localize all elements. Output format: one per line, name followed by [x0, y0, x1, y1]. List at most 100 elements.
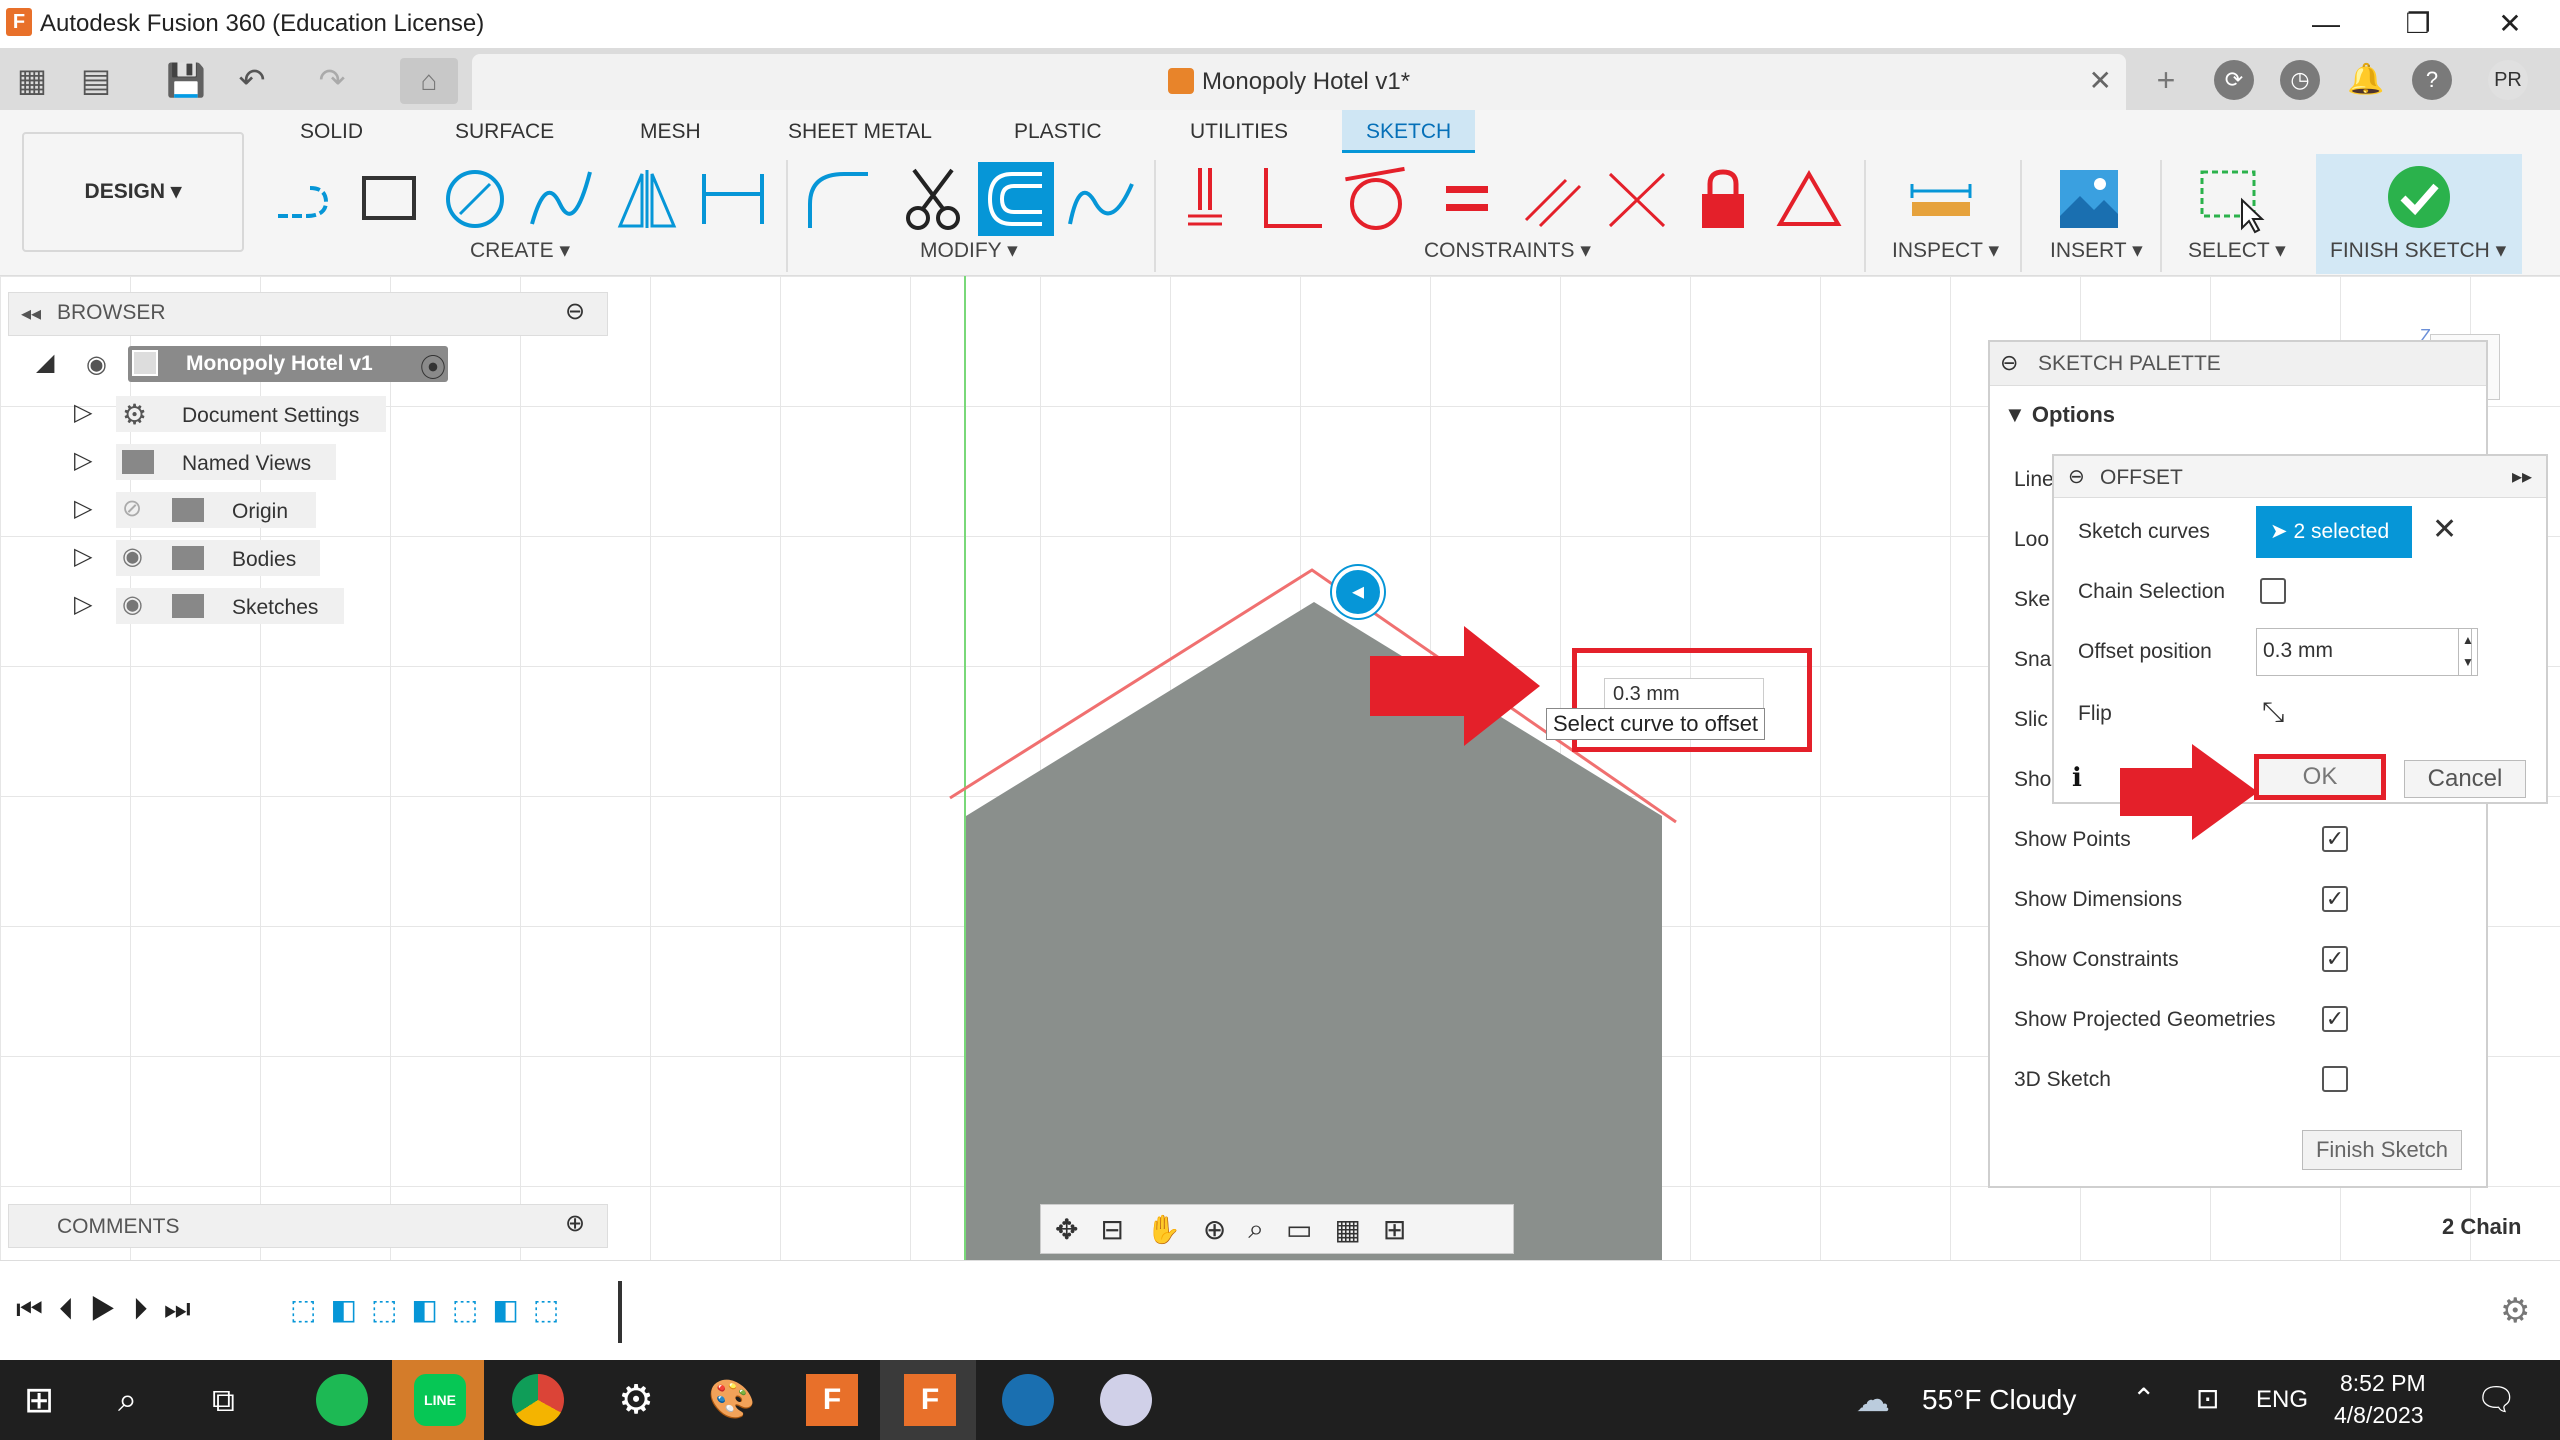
select-group-label[interactable]: SELECT ▾: [2188, 238, 2286, 263]
language-indicator[interactable]: ENG: [2256, 1386, 2308, 1414]
sketch-feature-icon[interactable]: ⬚: [452, 1294, 492, 1325]
app-icon[interactable]: [1002, 1374, 1054, 1426]
3d-sketch-checkbox[interactable]: [2322, 1066, 2348, 1092]
spline-tool-icon[interactable]: [526, 164, 596, 234]
look-at-icon[interactable]: ⊟: [1100, 1213, 1123, 1246]
home-icon[interactable]: ⌂: [400, 58, 458, 104]
tangent-constraint-icon[interactable]: [1340, 164, 1410, 234]
display-settings-icon[interactable]: ▭: [1286, 1213, 1312, 1246]
dialog-minimize-icon[interactable]: ⊖: [2068, 464, 2085, 489]
expand-dialog-icon[interactable]: ▸▸: [2512, 464, 2532, 489]
settings-gear-icon[interactable]: ⚙: [2500, 1291, 2530, 1331]
show-projected-geometries-checkbox[interactable]: ✓: [2322, 1006, 2348, 1032]
user-avatar[interactable]: PR: [2488, 60, 2528, 100]
chain-selection-checkbox[interactable]: [2260, 578, 2286, 604]
insert-image-icon[interactable]: [2054, 164, 2124, 234]
file-menu-icon[interactable]: ▤: [74, 58, 118, 102]
tab-plastic[interactable]: PLASTIC: [1014, 120, 1102, 144]
expand-arrow-icon[interactable]: ▷: [74, 494, 92, 523]
windows-start-icon[interactable]: ⊞: [24, 1374, 76, 1426]
offset-drag-handle-icon[interactable]: ◂: [1332, 566, 1384, 618]
coincident-constraint-icon[interactable]: [1170, 164, 1240, 234]
fit-zoom-icon[interactable]: ⌕: [1248, 1213, 1264, 1246]
battery-icon[interactable]: ⊡: [2196, 1382, 2219, 1415]
step-back-icon[interactable]: ⏴: [59, 1293, 90, 1326]
cancel-button[interactable]: Cancel: [2404, 760, 2526, 798]
tab-sketch[interactable]: SKETCH: [1342, 110, 1476, 153]
undo-icon[interactable]: ↶: [230, 58, 274, 102]
extrude-feature-icon[interactable]: ◧: [492, 1294, 532, 1325]
flip-arrows-icon[interactable]: ⤡: [2262, 696, 2284, 729]
grid-apps-icon[interactable]: ▦: [10, 58, 54, 102]
redo-icon[interactable]: ↷: [310, 58, 354, 102]
expand-triangle-icon[interactable]: ◢: [36, 348, 54, 377]
orbit-icon[interactable]: ✥: [1055, 1213, 1078, 1246]
offset-stepper[interactable]: ▲ ▼: [2458, 628, 2478, 676]
clock-time[interactable]: 8:52 PM: [2340, 1370, 2426, 1397]
fusion360-icon[interactable]: F: [806, 1374, 858, 1426]
options-section-header[interactable]: ▼ Options: [2004, 402, 2115, 428]
minimize-button[interactable]: —: [2296, 4, 2356, 44]
dimension-input[interactable]: 0.3 mm: [1604, 678, 1764, 710]
show-constraints-checkbox[interactable]: ✓: [2322, 946, 2348, 972]
perpendicular-constraint-icon[interactable]: [1256, 164, 1326, 234]
inspect-group-label[interactable]: INSPECT ▾: [1892, 238, 1999, 263]
select-window-icon[interactable]: [2196, 164, 2266, 234]
show-points-checkbox[interactable]: ✓: [2322, 826, 2348, 852]
dimension-tool-icon[interactable]: [698, 164, 768, 234]
clock-date[interactable]: 4/8/2023: [2334, 1402, 2424, 1429]
tree-item-bodies[interactable]: ▷ ◉ Bodies: [74, 540, 394, 580]
palette-minimize-icon[interactable]: ⊖: [2000, 350, 2018, 376]
mirror-tool-icon[interactable]: [612, 164, 682, 234]
pan-hand-icon[interactable]: ✋: [1146, 1213, 1181, 1246]
help-icon[interactable]: ?: [2412, 60, 2452, 100]
collinear-constraint-icon[interactable]: [1602, 164, 1672, 234]
modify-group-label[interactable]: MODIFY ▾: [920, 238, 1018, 263]
create-group-label[interactable]: CREATE ▾: [470, 238, 570, 263]
sketch-curves-selector[interactable]: ➤ 2 selected: [2256, 506, 2412, 558]
close-tab-button[interactable]: ✕: [2089, 64, 2112, 97]
finish-sketch-button[interactable]: FINISH SKETCH ▾: [2316, 154, 2522, 274]
tree-item-named-views[interactable]: ▷ Named Views: [74, 444, 394, 484]
constraints-group-label[interactable]: CONSTRAINTS ▾: [1424, 238, 1591, 263]
go-to-end-icon[interactable]: ⏭: [164, 1293, 207, 1326]
measure-ruler-icon[interactable]: [1906, 164, 1976, 234]
chrome-icon[interactable]: [512, 1374, 564, 1426]
fillet-tool-icon[interactable]: [804, 164, 874, 234]
step-forward-icon[interactable]: ⏵: [133, 1293, 164, 1326]
finish-sketch-palette-button[interactable]: Finish Sketch: [2302, 1130, 2462, 1170]
tab-sheet-metal[interactable]: SHEET METAL: [788, 120, 932, 144]
extrude-feature-icon[interactable]: ◧: [330, 1294, 370, 1325]
tree-item-document-settings[interactable]: ▷ ⚙ Document Settings: [74, 396, 394, 436]
document-tab[interactable]: Monopoly Hotel v1* ✕: [472, 54, 2126, 110]
play-icon[interactable]: ▶: [90, 1293, 133, 1326]
new-tab-icon[interactable]: +: [2144, 58, 2188, 102]
visibility-eye-icon[interactable]: ◉: [86, 350, 107, 379]
add-comment-icon[interactable]: ⊕: [565, 1209, 585, 1238]
sketch-feature-icon[interactable]: ⬚: [290, 1294, 330, 1325]
spotify-icon[interactable]: [316, 1374, 368, 1426]
expand-arrow-icon[interactable]: ▷: [74, 446, 92, 475]
circle-tool-icon[interactable]: [440, 164, 510, 234]
triangle-constraint-icon[interactable]: [1774, 164, 1844, 234]
task-view-icon[interactable]: ⧉: [212, 1374, 264, 1426]
offset-position-input[interactable]: 0.3 mm: [2256, 628, 2472, 676]
tab-utilities[interactable]: UTILITIES: [1190, 120, 1288, 144]
tree-item-origin[interactable]: ▷ ⊘ Origin: [74, 492, 394, 532]
parallel-constraint-icon[interactable]: [1518, 164, 1588, 234]
activate-radio-icon[interactable]: ⦿: [420, 348, 446, 385]
line-app-icon[interactable]: LINE: [414, 1374, 466, 1426]
notifications-icon[interactable]: 🔔: [2346, 60, 2386, 100]
expand-arrow-icon[interactable]: ▷: [74, 542, 92, 571]
offset-tool-active[interactable]: [978, 162, 1054, 236]
equal-constraint-icon[interactable]: [1432, 164, 1502, 234]
expand-arrow-icon[interactable]: ▷: [74, 590, 92, 619]
clear-selection-icon[interactable]: ✕: [2432, 512, 2457, 547]
maximize-button[interactable]: ❐: [2388, 4, 2448, 44]
rectangle-tool-icon[interactable]: [354, 164, 424, 234]
tab-surface[interactable]: SURFACE: [455, 120, 554, 144]
tab-mesh[interactable]: MESH: [640, 120, 701, 144]
grid-settings-icon[interactable]: ▦: [1334, 1213, 1360, 1246]
trim-scissors-icon[interactable]: [898, 164, 968, 234]
sync-icon[interactable]: ⟳: [2214, 60, 2254, 100]
